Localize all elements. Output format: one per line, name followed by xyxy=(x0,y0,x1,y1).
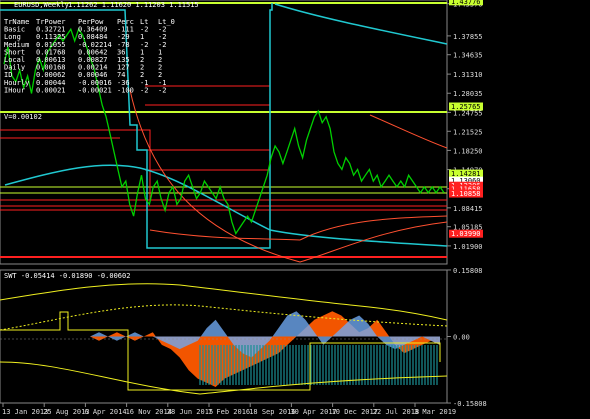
stats-cell: 0.00021 xyxy=(36,86,66,94)
osc-header: SWT -0.05414 -0.01890 -0.00602 xyxy=(4,272,130,280)
price-tag-label: 1.10858 xyxy=(451,190,481,198)
price-tick-label: 1.01900 xyxy=(453,243,483,251)
price-tick-label: 1.18250 xyxy=(453,147,483,155)
price-tag-label: 1.25765 xyxy=(451,103,481,111)
price-tick-label: 1.37855 xyxy=(453,33,483,41)
x-tick-label: 10 Dec 2017 xyxy=(332,408,378,416)
chart-canvas: EURUSD,Weekly 1.11262 1.11620 1.11203 1.… xyxy=(0,0,487,416)
price-tick-label: 1.34635 xyxy=(453,52,483,60)
price-panel xyxy=(0,0,448,265)
v-label: V=0.00102 xyxy=(4,113,42,121)
price-tick-label: 1.21525 xyxy=(453,128,483,136)
stats-cell: -100 xyxy=(117,86,134,94)
price-tag-label: 1.43776 xyxy=(451,0,481,6)
x-tick-label: 6 Apr 2014 xyxy=(84,408,126,416)
price-tick-label: 1.08415 xyxy=(453,205,483,213)
osc-tick-label: -0.15808 xyxy=(453,400,487,408)
stats-cell: -2 xyxy=(158,86,166,94)
osc-tick-label: 0.15808 xyxy=(453,267,483,275)
price-tick-label: 1.31310 xyxy=(453,71,483,79)
x-tick-label: 7 Feb 2016 xyxy=(208,408,250,416)
price-tag-label: 1.03990 xyxy=(451,230,481,238)
x-tick-label: 3 Mar 2019 xyxy=(414,408,456,416)
price-tick-label: 1.28035 xyxy=(453,90,483,98)
x-axis: 13 Jan 201325 Aug 20136 Apr 2014 16 Nov 2… xyxy=(2,403,456,416)
x-tick-label: 16 Nov 2014 xyxy=(126,408,172,416)
x-tick-label: 25 Aug 2013 xyxy=(43,408,89,416)
x-tick-label: 13 Jan 2013 xyxy=(2,408,48,416)
x-tick-label: 22 Jul 2018 xyxy=(373,408,419,416)
x-tick-label: 28 Jun 2015 xyxy=(167,408,213,416)
osc-axis: 0.15808 0.00 -0.15808 xyxy=(447,267,487,408)
ohlc-values: 1.11262 1.11620 1.11203 1.11515 xyxy=(68,1,199,9)
osc-tick-label: 0.00 xyxy=(453,334,470,342)
stats-cell: -0.00021 xyxy=(78,86,112,94)
stats-cell: IHour xyxy=(4,86,25,94)
x-tick-label: 18 Sep 2016 xyxy=(249,408,295,416)
x-tick-label: 30 Apr 2017 xyxy=(290,408,336,416)
stats-cell: -2 xyxy=(140,86,148,94)
symbol-title: EURUSD,Weekly xyxy=(14,1,69,9)
price-axis: 1.433761.378551.346351.313101.280351.247… xyxy=(447,1,483,251)
